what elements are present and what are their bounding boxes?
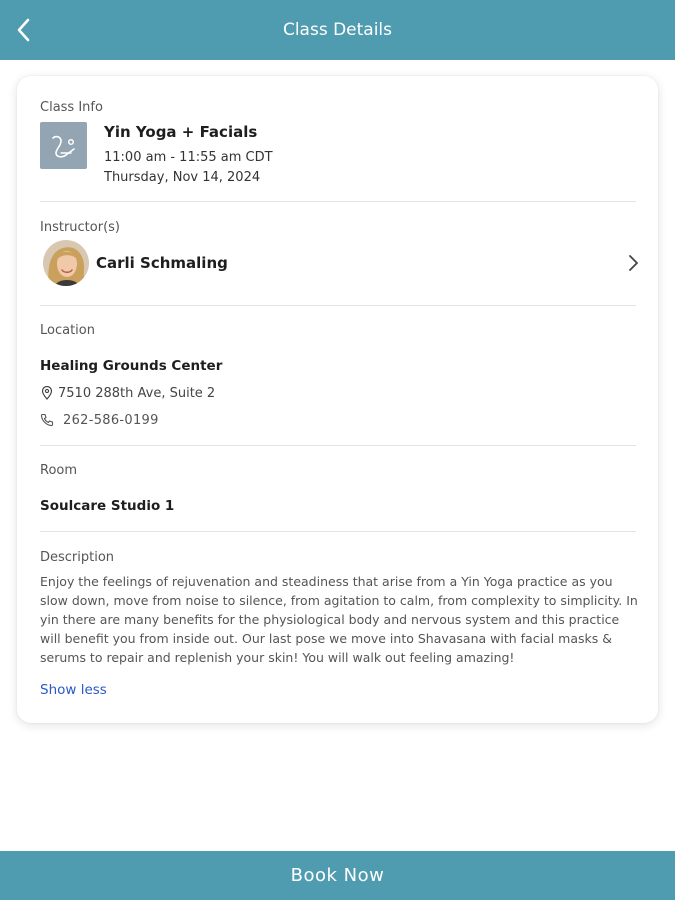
location-address: 7510 288th Ave, Suite 2 bbox=[40, 384, 215, 402]
book-now-button[interactable]: Book Now bbox=[0, 851, 675, 900]
address-text: 7510 288th Ave, Suite 2 bbox=[58, 385, 216, 401]
divider bbox=[40, 531, 636, 532]
class-thumbnail bbox=[40, 122, 87, 169]
instructor-name: Carli Schmaling bbox=[96, 254, 228, 272]
phone-icon bbox=[40, 413, 54, 427]
location-label: Location bbox=[40, 323, 95, 338]
class-name: Yin Yoga + Facials bbox=[104, 123, 258, 141]
description-label: Description bbox=[40, 550, 115, 565]
room-name: Soulcare Studio 1 bbox=[40, 498, 175, 514]
instructor-row[interactable]: Carli Schmaling bbox=[40, 240, 640, 290]
location-name: Healing Grounds Center bbox=[40, 358, 223, 374]
instructor-label: Instructor(s) bbox=[40, 220, 120, 235]
avatar bbox=[43, 240, 89, 286]
app-header: Class Details bbox=[0, 0, 675, 60]
room-label: Room bbox=[40, 463, 78, 478]
class-time: 11:00 am - 11:55 am CDT bbox=[104, 150, 273, 165]
show-less-link[interactable]: Show less bbox=[40, 682, 107, 698]
phone-text: 262-586-0199 bbox=[63, 412, 159, 428]
page-title: Class Details bbox=[282, 20, 393, 40]
class-info-label: Class Info bbox=[40, 100, 103, 115]
yoga-pose-icon bbox=[51, 135, 75, 158]
description-text: Enjoy the feelings of rejuvenation and s… bbox=[40, 574, 638, 665]
class-date: Thursday, Nov 14, 2024 bbox=[104, 170, 261, 185]
map-pin-icon bbox=[40, 386, 54, 400]
divider bbox=[40, 445, 636, 446]
divider bbox=[40, 201, 636, 202]
class-details-card: Class Info Yin Yoga + Facials 11:00 am -… bbox=[17, 76, 658, 723]
location-phone[interactable]: 262-586-0199 bbox=[40, 411, 159, 429]
divider bbox=[40, 305, 636, 306]
chevron-right-icon bbox=[629, 255, 638, 271]
